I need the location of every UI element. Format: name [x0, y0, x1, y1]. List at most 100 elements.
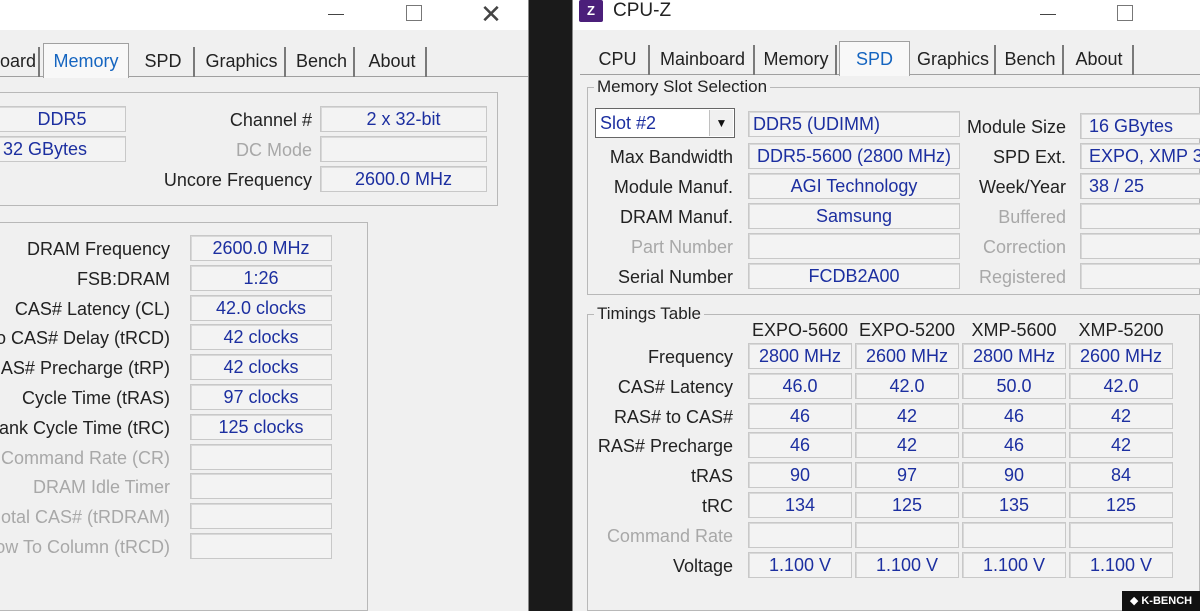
close-button[interactable]: ✕	[468, 0, 514, 30]
tab-about[interactable]: About	[1066, 45, 1134, 75]
timing-label: ank Cycle Time (tRC)	[0, 417, 170, 438]
spd-field-label: Correction	[982, 237, 1066, 257]
tab-mainboard[interactable]: Mainboard	[652, 45, 755, 75]
timing-cell	[962, 521, 1066, 548]
spd-field-value: 38 / 25	[1080, 173, 1200, 199]
timing-value	[190, 503, 332, 530]
timing-cell	[748, 521, 852, 548]
timing-cell: 2600 MHz	[855, 343, 959, 369]
tab-spd[interactable]: SPD	[133, 47, 195, 77]
timing-label: Cycle Time (tRAS)	[21, 388, 170, 408]
memory-type-value: DDR5 (UDIMM)	[748, 111, 960, 137]
timing-value	[190, 533, 332, 559]
title-bar: ✕	[0, 0, 528, 30]
timing-cell: 42	[855, 402, 959, 429]
timing-value: 97 clocks	[190, 384, 332, 410]
tab-cpu[interactable]: CPU	[587, 45, 650, 75]
channel-label: Channel #	[229, 110, 312, 130]
dc-mode-label: DC Mode	[235, 140, 312, 160]
uncore-frequency-value: 2600.0 MHz	[320, 166, 487, 192]
timing-label: Command Rate (CR)	[0, 447, 170, 468]
memory-slot-selection-label: Memory Slot Selection	[594, 77, 771, 97]
timing-cell: 1.100 V	[748, 551, 852, 578]
channel-value: 2 x 32-bit	[320, 106, 487, 132]
timing-label: o CAS# Delay (tRCD)	[0, 328, 170, 349]
timing-cell: 46	[962, 402, 1066, 429]
spd-field-label: Part Number	[630, 237, 733, 257]
spd-field-label: Registered	[978, 267, 1066, 287]
tab-memory[interactable]: Memory	[757, 45, 837, 75]
tab-bench[interactable]: Bench	[290, 47, 355, 77]
spd-field-value: 16 GBytes	[1080, 113, 1200, 139]
timing-cell: 90	[748, 462, 852, 489]
slot-select[interactable]: Slot #2 ▼	[595, 108, 735, 138]
tab-bar: oard Memory SPD Graphics Bench About	[0, 43, 528, 78]
title-bar: Z CPU-Z	[573, 0, 1200, 30]
timing-row-label: RAS# to CAS#	[613, 406, 733, 427]
spd-field-label: DRAM Manuf.	[619, 207, 733, 227]
timing-cell: 42	[1069, 402, 1173, 429]
tab-mainboard[interactable]: oard	[0, 47, 40, 77]
spd-field-label: Buffered	[998, 207, 1066, 227]
watermark-text: K-BENCH	[1141, 595, 1193, 607]
timing-column-header: EXPO-5200	[858, 320, 956, 340]
spd-field-value: AGI Technology	[748, 173, 960, 199]
spd-field-label: SPD Ext.	[992, 147, 1066, 167]
memory-size-value: 32 GBytes	[0, 136, 126, 162]
timing-cell: 2800 MHz	[962, 343, 1066, 369]
timing-row-label: tRC	[702, 496, 733, 516]
timing-row-label: Voltage	[672, 555, 733, 576]
timing-cell: 46	[748, 402, 852, 429]
maximize-button[interactable]	[390, 0, 436, 30]
spd-field-value	[1080, 233, 1200, 259]
chevron-down-icon[interactable]: ▼	[709, 110, 733, 136]
timing-cell: 84	[1069, 462, 1173, 489]
timing-row-label: tRAS	[690, 466, 733, 487]
timing-cell: 97	[855, 462, 959, 489]
tab-graphics[interactable]: Graphics	[199, 47, 286, 77]
spd-field-value: DDR5-5600 (2800 MHz)	[748, 143, 960, 169]
timing-cell: 50.0	[962, 372, 1066, 399]
timing-value	[190, 473, 332, 500]
spd-field-label: Max Bandwidth	[609, 147, 733, 167]
timing-cell: 135	[962, 492, 1066, 518]
spd-field-value: EXPO, XMP 3.	[1080, 143, 1200, 169]
timing-cell: 134	[748, 492, 852, 518]
timing-label: otal CAS# (tRDRAM)	[0, 507, 170, 528]
minimize-button[interactable]	[313, 0, 359, 30]
tab-spd[interactable]: SPD	[839, 41, 910, 76]
timing-cell: 2800 MHz	[748, 343, 852, 369]
memory-type-value: DDR5	[0, 106, 126, 132]
timing-column-header: XMP-5200	[1078, 320, 1164, 340]
uncore-frequency-label: Uncore Frequency	[163, 170, 312, 190]
timing-cell: 46	[962, 432, 1066, 459]
window-title: CPU-Z	[613, 0, 672, 21]
timing-value: 42.0 clocks	[190, 294, 332, 321]
timing-label: FSB:DRAM	[76, 268, 170, 289]
maximize-button[interactable]	[1101, 0, 1147, 30]
tab-about[interactable]: About	[359, 47, 427, 77]
timing-row-label: CAS# Latency	[617, 376, 733, 397]
timing-cell: 42	[1069, 432, 1173, 459]
timing-cell	[1069, 521, 1173, 548]
timing-label: DRAM Idle Timer	[32, 477, 170, 498]
timing-value: 125 clocks	[190, 413, 332, 440]
tab-graphics[interactable]: Graphics	[912, 45, 996, 75]
timing-column-header: EXPO-5600	[751, 320, 849, 340]
kbench-logo-icon: ◆	[1129, 595, 1139, 607]
timing-row-label: Command Rate	[606, 525, 733, 546]
timing-column-header: XMP-5600	[971, 320, 1057, 340]
spd-field-label: Module Manuf.	[613, 177, 733, 197]
tab-bench[interactable]: Bench	[998, 45, 1064, 75]
timing-value: 42 clocks	[190, 324, 332, 351]
spd-tab-bar: CPU Mainboard Memory SPD Graphics Bench …	[580, 41, 1200, 76]
timing-label: CAS# Latency (CL)	[14, 298, 170, 319]
timing-row-label: Frequency	[647, 347, 733, 367]
cpuz-app-icon: Z	[579, 0, 603, 22]
tab-memory[interactable]: Memory	[43, 43, 129, 78]
timing-cell: 1.100 V	[855, 551, 959, 578]
timing-cell	[855, 521, 959, 548]
spd-field-label: Module Size	[966, 117, 1066, 137]
minimize-button[interactable]	[1025, 0, 1071, 30]
spd-field-label: Serial Number	[617, 267, 733, 287]
